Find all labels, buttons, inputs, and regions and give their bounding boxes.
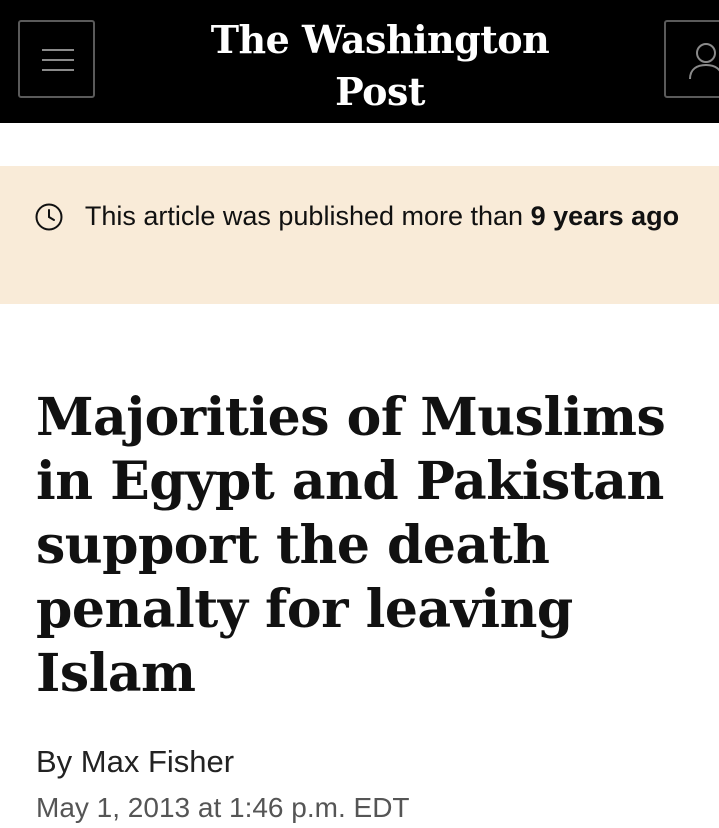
masthead[interactable]: The Washington Post Democracy Dies in Da… xyxy=(160,14,600,152)
masthead-tagline: Democracy Dies in Darkness xyxy=(227,122,533,151)
site-header: The Washington Post Democracy Dies in Da… xyxy=(0,0,719,151)
byline: By Max Fisher xyxy=(36,742,234,782)
article-headline: Majorities of Muslims in Egypt and Pakis… xyxy=(36,387,666,704)
notice-text: This article was published more than 9 y… xyxy=(84,198,680,235)
user-icon xyxy=(689,43,719,80)
hamburger-icon xyxy=(42,49,74,71)
byline-prefix: By xyxy=(36,744,81,779)
notice-text-prefix: This article was published more than xyxy=(84,201,531,231)
notice-text-emphasis: 9 years ago xyxy=(530,201,680,231)
menu-button[interactable] xyxy=(18,20,95,98)
author-link[interactable]: Max Fisher xyxy=(81,744,234,779)
masthead-title: The Washington Post xyxy=(210,17,550,114)
age-notice-banner: This article was published more than 9 y… xyxy=(0,166,719,304)
clock-icon xyxy=(35,203,63,231)
publish-timestamp: May 1, 2013 at 1:46 p.m. EDT xyxy=(36,792,410,823)
account-button[interactable] xyxy=(664,20,719,98)
